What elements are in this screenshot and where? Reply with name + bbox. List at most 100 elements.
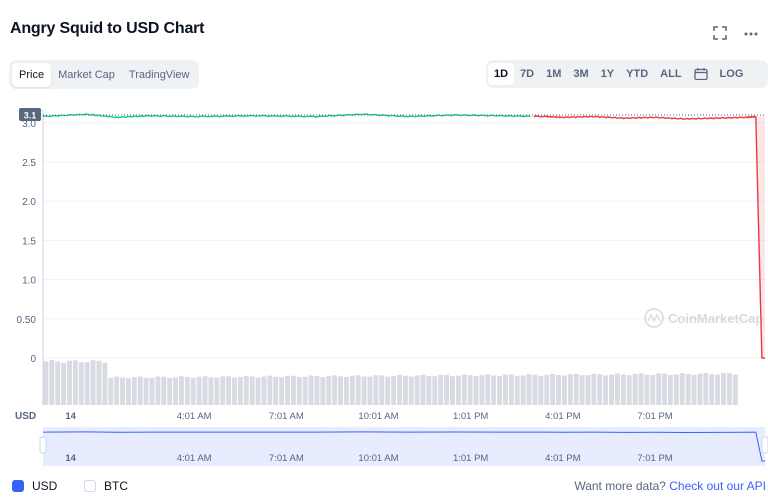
volume-bar [320,377,326,405]
volume-bar [296,377,302,405]
volume-bar [544,374,550,405]
volume-bar [179,376,184,405]
volume-bar [43,361,49,405]
chart-title: Angry Squid to USD Chart [10,20,205,37]
volume-bar [715,374,721,405]
range-1d[interactable]: 1D [488,63,515,85]
navigator-tick-label: 4:01 PM [545,453,580,464]
volume-bar [432,376,438,405]
watermark-logo-mark [647,313,661,323]
volume-bar [567,374,573,405]
volume-bar [167,377,173,405]
more-icon[interactable] [742,26,760,42]
range-7d[interactable]: 7D [514,63,540,85]
volume-bar [662,373,668,405]
volume-bar [508,374,514,405]
volume-bar [514,375,520,405]
volume-bar [685,373,691,405]
volume-bar [532,374,538,405]
api-link[interactable]: Check out our API [669,479,766,493]
volume-bar [691,374,697,405]
volume-bar [397,374,402,405]
volume-bar [556,374,561,405]
volume-bar [656,373,662,405]
navigator-tick-label: 1:01 PM [453,453,488,464]
x-tick-label: 14 [65,411,76,422]
range-1y[interactable]: 1Y [595,63,620,85]
volume-bar [338,376,343,405]
x-tick-label: 7:01 PM [637,411,672,422]
volume-bar [208,377,214,405]
volume-bar [473,376,479,405]
more-data-text: Want more data? Check out our API [574,479,766,493]
volume-bar [49,360,55,405]
currency-label: USD [15,411,36,422]
volume-bar [361,376,367,405]
volume-bar [644,374,650,405]
calendar-icon[interactable] [693,68,708,80]
navigator-handle-right[interactable] [761,436,768,454]
x-tick-label: 4:01 AM [177,411,212,422]
volume-bar [414,375,420,405]
volume-bar [190,377,196,405]
volume-bar [161,376,167,405]
volume-bar [591,373,597,405]
volume-bar [343,376,349,405]
range-ytd[interactable]: YTD [620,63,654,85]
navigator-tick-label: 7:01 AM [269,453,304,464]
volume-bar [632,373,638,405]
volume-bar [703,372,709,405]
volume-bar [173,377,179,405]
volume-bar [220,376,226,405]
volume-bar [108,377,114,405]
navigator-tick-label: 4:01 AM [177,453,212,464]
volume-bar [638,373,644,405]
y-tick-label: 0.50 [17,315,37,326]
volume-bar [438,374,444,405]
volume-bar [461,374,467,405]
volume-bar [349,375,355,405]
volume-bar [326,376,332,405]
volume-bar [78,362,84,405]
navigator-tick-label: 14 [65,453,76,464]
volume-bar [455,375,461,405]
volume-bar [491,375,497,405]
range-1m[interactable]: 1M [540,63,567,85]
volume-bar [102,362,108,405]
volume-bar [679,373,685,405]
volume-bar [273,376,279,405]
volume-bar [214,377,220,405]
range-log[interactable]: LOG [714,63,750,85]
volume-bar [402,375,408,405]
y-tick-label: 1.5 [22,236,36,247]
volume-bar [732,374,738,405]
volume-bar [61,362,67,405]
legend-usd-label: USD [32,479,58,493]
volume-bar [90,360,96,405]
volume-bar [385,376,391,405]
legend-btc-label: BTC [104,479,128,493]
tab-market-cap[interactable]: Market Cap [51,63,122,87]
btc-checkbox[interactable] [84,480,96,492]
volume-bar [237,377,243,405]
usd-checkbox[interactable] [12,480,24,492]
volume-bar [196,376,202,405]
fullscreen-icon[interactable] [711,26,729,42]
volume-bar [650,374,656,405]
volume-bar [497,375,503,405]
volume-bar [114,376,120,405]
volume-bar [709,374,715,405]
range-all[interactable]: ALL [654,63,687,85]
legend-btc[interactable]: BTC [84,479,128,493]
legend-usd[interactable]: USD [12,479,57,493]
tab-price[interactable]: Price [12,62,52,87]
tab-tradingview[interactable]: TradingView [122,63,197,87]
x-tick-label: 10:01 AM [358,411,398,422]
volume-bar [426,376,432,405]
range-3m[interactable]: 3M [567,63,594,85]
navigator-handle-left[interactable] [39,436,47,454]
volume-bar [255,377,261,405]
navigator-tick-label: 7:01 PM [637,453,672,464]
volume-bar [603,375,609,405]
volume-bar [503,374,508,405]
